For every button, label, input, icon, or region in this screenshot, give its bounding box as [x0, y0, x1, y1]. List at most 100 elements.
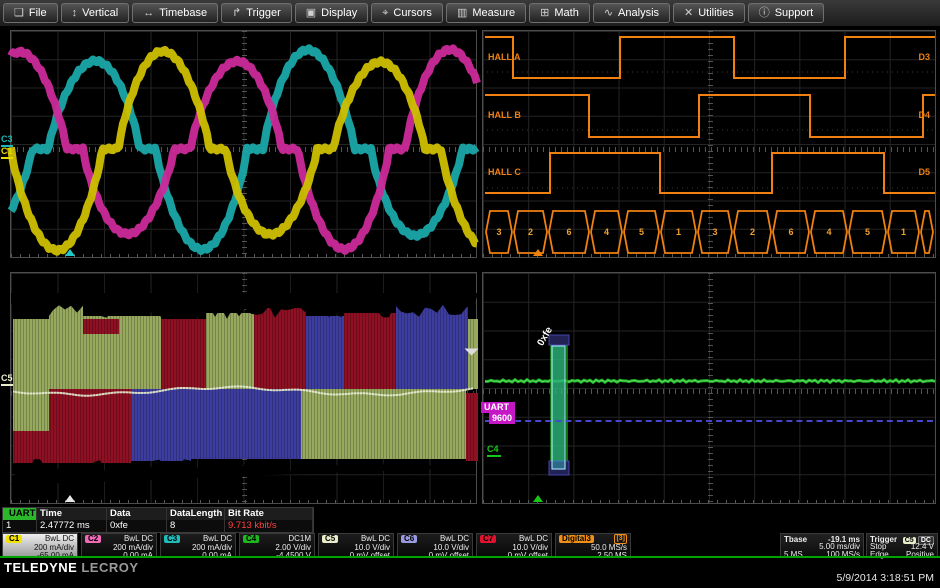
- channel-scale: 50.0 MS/s: [559, 544, 627, 551]
- menu-item-label: Math: [554, 7, 578, 19]
- channel-descriptor-c7[interactable]: C7BwL DC10.0 V/div0 mV offset: [476, 533, 552, 557]
- hall-signal-label: HALL A: [488, 52, 521, 62]
- uart-table-cell: 9.713 kbit/s: [225, 520, 313, 532]
- cursor-icon: ⌖: [382, 8, 388, 19]
- menu-item-label: Measure: [472, 7, 515, 19]
- channel-descriptor-c1[interactable]: C1BwL DC200 mA/div-65.00 mA: [2, 533, 78, 557]
- horizontal-arrows-icon: ↔: [143, 8, 154, 19]
- channel-chip: Digital3: [559, 535, 594, 543]
- channel-coupling: BwL DC: [519, 535, 548, 543]
- hall-signal-label: HALL C: [488, 167, 521, 177]
- uart-table-column-header: DataLength: [167, 508, 225, 520]
- hall-signal-label: HALL B: [488, 110, 521, 120]
- channel-chip: C5: [322, 535, 338, 543]
- analog-currents-panel[interactable]: [10, 30, 477, 258]
- rising-edge-icon: ↱: [232, 8, 241, 19]
- trigger-descriptor[interactable]: Trigger C5 DC Stop 12.4 V Edge Positive: [866, 533, 938, 557]
- menu-item-label: Utilities: [698, 7, 733, 19]
- channel-descriptor-c2[interactable]: C2BwL DC200 mA/div0.00 mA: [81, 533, 157, 557]
- tbase-scale: 5.00 ms/div: [819, 543, 860, 550]
- menu-item-label: Display: [321, 7, 357, 19]
- menu-utilities-button[interactable]: ✕Utilities: [673, 3, 745, 23]
- menu-vertical-button[interactable]: ↕Vertical: [61, 3, 130, 23]
- uart-table-cell: 1: [3, 520, 37, 532]
- menu-item-label: Timebase: [159, 7, 207, 19]
- trigger-level-line[interactable]: [485, 420, 933, 422]
- channel-chip: C3: [164, 535, 180, 543]
- channel-scale: 200 mA/div: [6, 544, 74, 551]
- bus-state-value: 5: [639, 227, 644, 237]
- menu-display-button[interactable]: ▣ Display: [295, 3, 368, 23]
- pwm-noise-overlay: [11, 273, 476, 503]
- trigger-time-marker[interactable]: [533, 495, 543, 502]
- digital-line-label: D5: [918, 167, 930, 177]
- menu-item-label: Analysis: [618, 7, 659, 19]
- channel-coupling: BwL DC: [203, 535, 232, 543]
- channel-chip: C4: [243, 535, 259, 543]
- channel-descriptor-c6[interactable]: C6BwL DC10.0 V/div0 mV offset: [397, 533, 473, 557]
- menu-cursors-button[interactable]: ⌖Cursors: [371, 3, 443, 23]
- trigger-level: 12.4 V: [911, 543, 934, 550]
- trigger-time-marker[interactable]: [65, 495, 75, 502]
- channel-chip: C7: [480, 535, 496, 543]
- monitor-icon: ▣: [306, 8, 316, 19]
- uart-table-cell: 0xfe: [107, 520, 167, 532]
- menu-analysis-button[interactable]: ∿Analysis: [593, 3, 670, 23]
- digital-line-label: D3: [918, 52, 930, 62]
- channel-descriptor-c4[interactable]: C4DC1M2.00 V/div-4.4500 V: [239, 533, 315, 557]
- menu-bar: ❏File↕Vertical ↔ Timebase ↱ Trigger ▣ Display ⌖…: [0, 0, 940, 26]
- bottom-ticks: [11, 500, 476, 503]
- uart-decode-badge[interactable]: UART 9600: [481, 402, 515, 424]
- uart-table-column-header: Bit Rate: [225, 508, 313, 520]
- trigger-time-marker[interactable]: [65, 249, 75, 256]
- uart-trace-panel[interactable]: 0xfe UART 9600 C4: [482, 272, 936, 504]
- bus-state-value: 3: [712, 227, 717, 237]
- level-marker-icon[interactable]: [465, 349, 479, 356]
- trigger-time-marker[interactable]: [533, 249, 543, 256]
- ruler-icon: ▥: [457, 8, 467, 19]
- timebase-descriptor[interactable]: Tbase -19.1 ms 5.00 ms/div 5 MS 100 MS/s: [780, 533, 864, 557]
- channel-scale: 10.0 V/div: [322, 544, 390, 551]
- channel-descriptor-digital3[interactable]: Digital3[3]50.0 MS/s2.50 MS: [555, 533, 631, 557]
- channel-coupling: BwL DC: [45, 535, 74, 543]
- digital-hall-panel[interactable]: 326451326451 HALL AD3HALL BD4HALL CD5: [482, 30, 936, 258]
- channel-descriptor-c3[interactable]: C3BwL DC200 mA/div0.00 mA: [160, 533, 236, 557]
- menu-measure-button[interactable]: ▥ Measure: [446, 3, 526, 23]
- menu-support-button[interactable]: ⓘSupport: [748, 3, 825, 23]
- bus-state-value: 4: [826, 227, 831, 237]
- bus-state-value: 3: [496, 227, 501, 237]
- menu-item-label: File: [29, 7, 47, 19]
- bus-state-value: 1: [901, 227, 906, 237]
- digital-line-label: D4: [918, 110, 930, 120]
- channel-descriptor-row: C1BwL DC200 mA/div-65.00 mAC2BwL DC200 m…: [2, 533, 634, 557]
- channel-coupling: BwL DC: [124, 535, 153, 543]
- c5-offset-marker[interactable]: C5: [1, 374, 13, 386]
- bus-state-value: 6: [788, 227, 793, 237]
- channel-scale: 200 mA/div: [164, 544, 232, 551]
- bus-state-value: 4: [604, 227, 609, 237]
- uart-table-row[interactable]: 12.47772 ms0xfe89.713 kbit/s: [3, 520, 313, 532]
- uart-decode-table[interactable]: UARTTimeDataDataLengthBit Rate12.47772 m…: [2, 507, 314, 533]
- menu-math-button[interactable]: ⊞Math: [529, 3, 590, 23]
- menu-item-label: Vertical: [82, 7, 118, 19]
- footer-divider: [0, 556, 940, 558]
- bus-state-value: 2: [750, 227, 755, 237]
- uart-table-column-header: Time: [37, 508, 107, 520]
- datetime-display: 5/9/2014 3:18:51 PM: [837, 572, 935, 584]
- channel-descriptor-c5[interactable]: C5BwL DC10.0 V/div0 mV offset: [318, 533, 394, 557]
- c1-offset-marker[interactable]: C1: [1, 147, 13, 159]
- pwm-voltages-panel[interactable]: [10, 272, 477, 504]
- channel-coupling: DC1M: [288, 535, 311, 543]
- menu-trigger-button[interactable]: ↱ Trigger: [221, 3, 292, 23]
- c4-zero-marker[interactable]: C4: [487, 445, 501, 457]
- channel-scale: 10.0 V/div: [401, 544, 469, 551]
- channel-chip: C1: [6, 535, 22, 543]
- bus-state-value: 5: [865, 227, 870, 237]
- menu-file-button[interactable]: ❏File: [3, 3, 58, 23]
- menu-item-label: Trigger: [246, 7, 280, 19]
- channel-scale: 2.00 V/div: [243, 544, 311, 551]
- channel-coupling: BwL DC: [440, 535, 469, 543]
- bus-state-value: 2: [528, 227, 533, 237]
- menu-timebase-button[interactable]: ↔ Timebase: [132, 3, 218, 23]
- bus-state-value: 6: [566, 227, 571, 237]
